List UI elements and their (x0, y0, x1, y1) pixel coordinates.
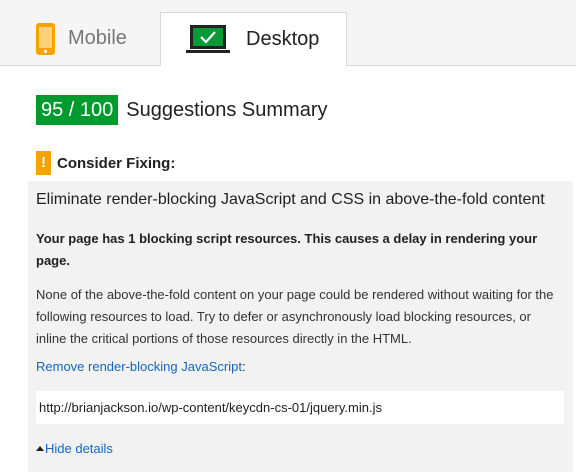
rule-panel: Eliminate render-blocking JavaScript and… (28, 181, 573, 472)
warning-icon: ! (36, 151, 51, 175)
rule-summary: Your page has 1 blocking script resource… (36, 231, 538, 268)
rule-link-row: Remove render-blocking JavaScript: (36, 359, 246, 374)
phone-icon (36, 22, 55, 55)
rule-title[interactable]: Eliminate render-blocking JavaScript and… (36, 189, 566, 211)
remove-render-blocking-link[interactable]: Remove render-blocking JavaScript (36, 359, 242, 374)
tab-mobile[interactable]: Mobile (0, 12, 160, 65)
hide-details-label: Hide details (45, 441, 113, 456)
tab-desktop[interactable]: Desktop (160, 12, 347, 66)
desktop-icon (186, 24, 230, 55)
suggestions-summary: 95 / 100 Suggestions Summary (36, 95, 328, 125)
tab-mobile-label: Mobile (68, 27, 127, 49)
score-badge: 95 / 100 (36, 95, 119, 125)
link-colon: : (241, 359, 246, 374)
rule-description: None of the above-the-fold content on yo… (36, 287, 554, 346)
caret-up-icon (36, 446, 44, 451)
consider-fixing-label: Consider Fixing: (57, 154, 176, 172)
tab-desktop-label: Desktop (246, 28, 320, 50)
device-tabbar: Mobile Desktop (0, 0, 576, 66)
summary-title: Suggestions Summary (126, 98, 328, 121)
consider-fixing-header: ! Consider Fixing: (36, 151, 175, 175)
resource-url: http://brianjackson.io/wp-content/keycdn… (36, 391, 564, 424)
hide-details-button[interactable]: Hide details (36, 441, 113, 456)
